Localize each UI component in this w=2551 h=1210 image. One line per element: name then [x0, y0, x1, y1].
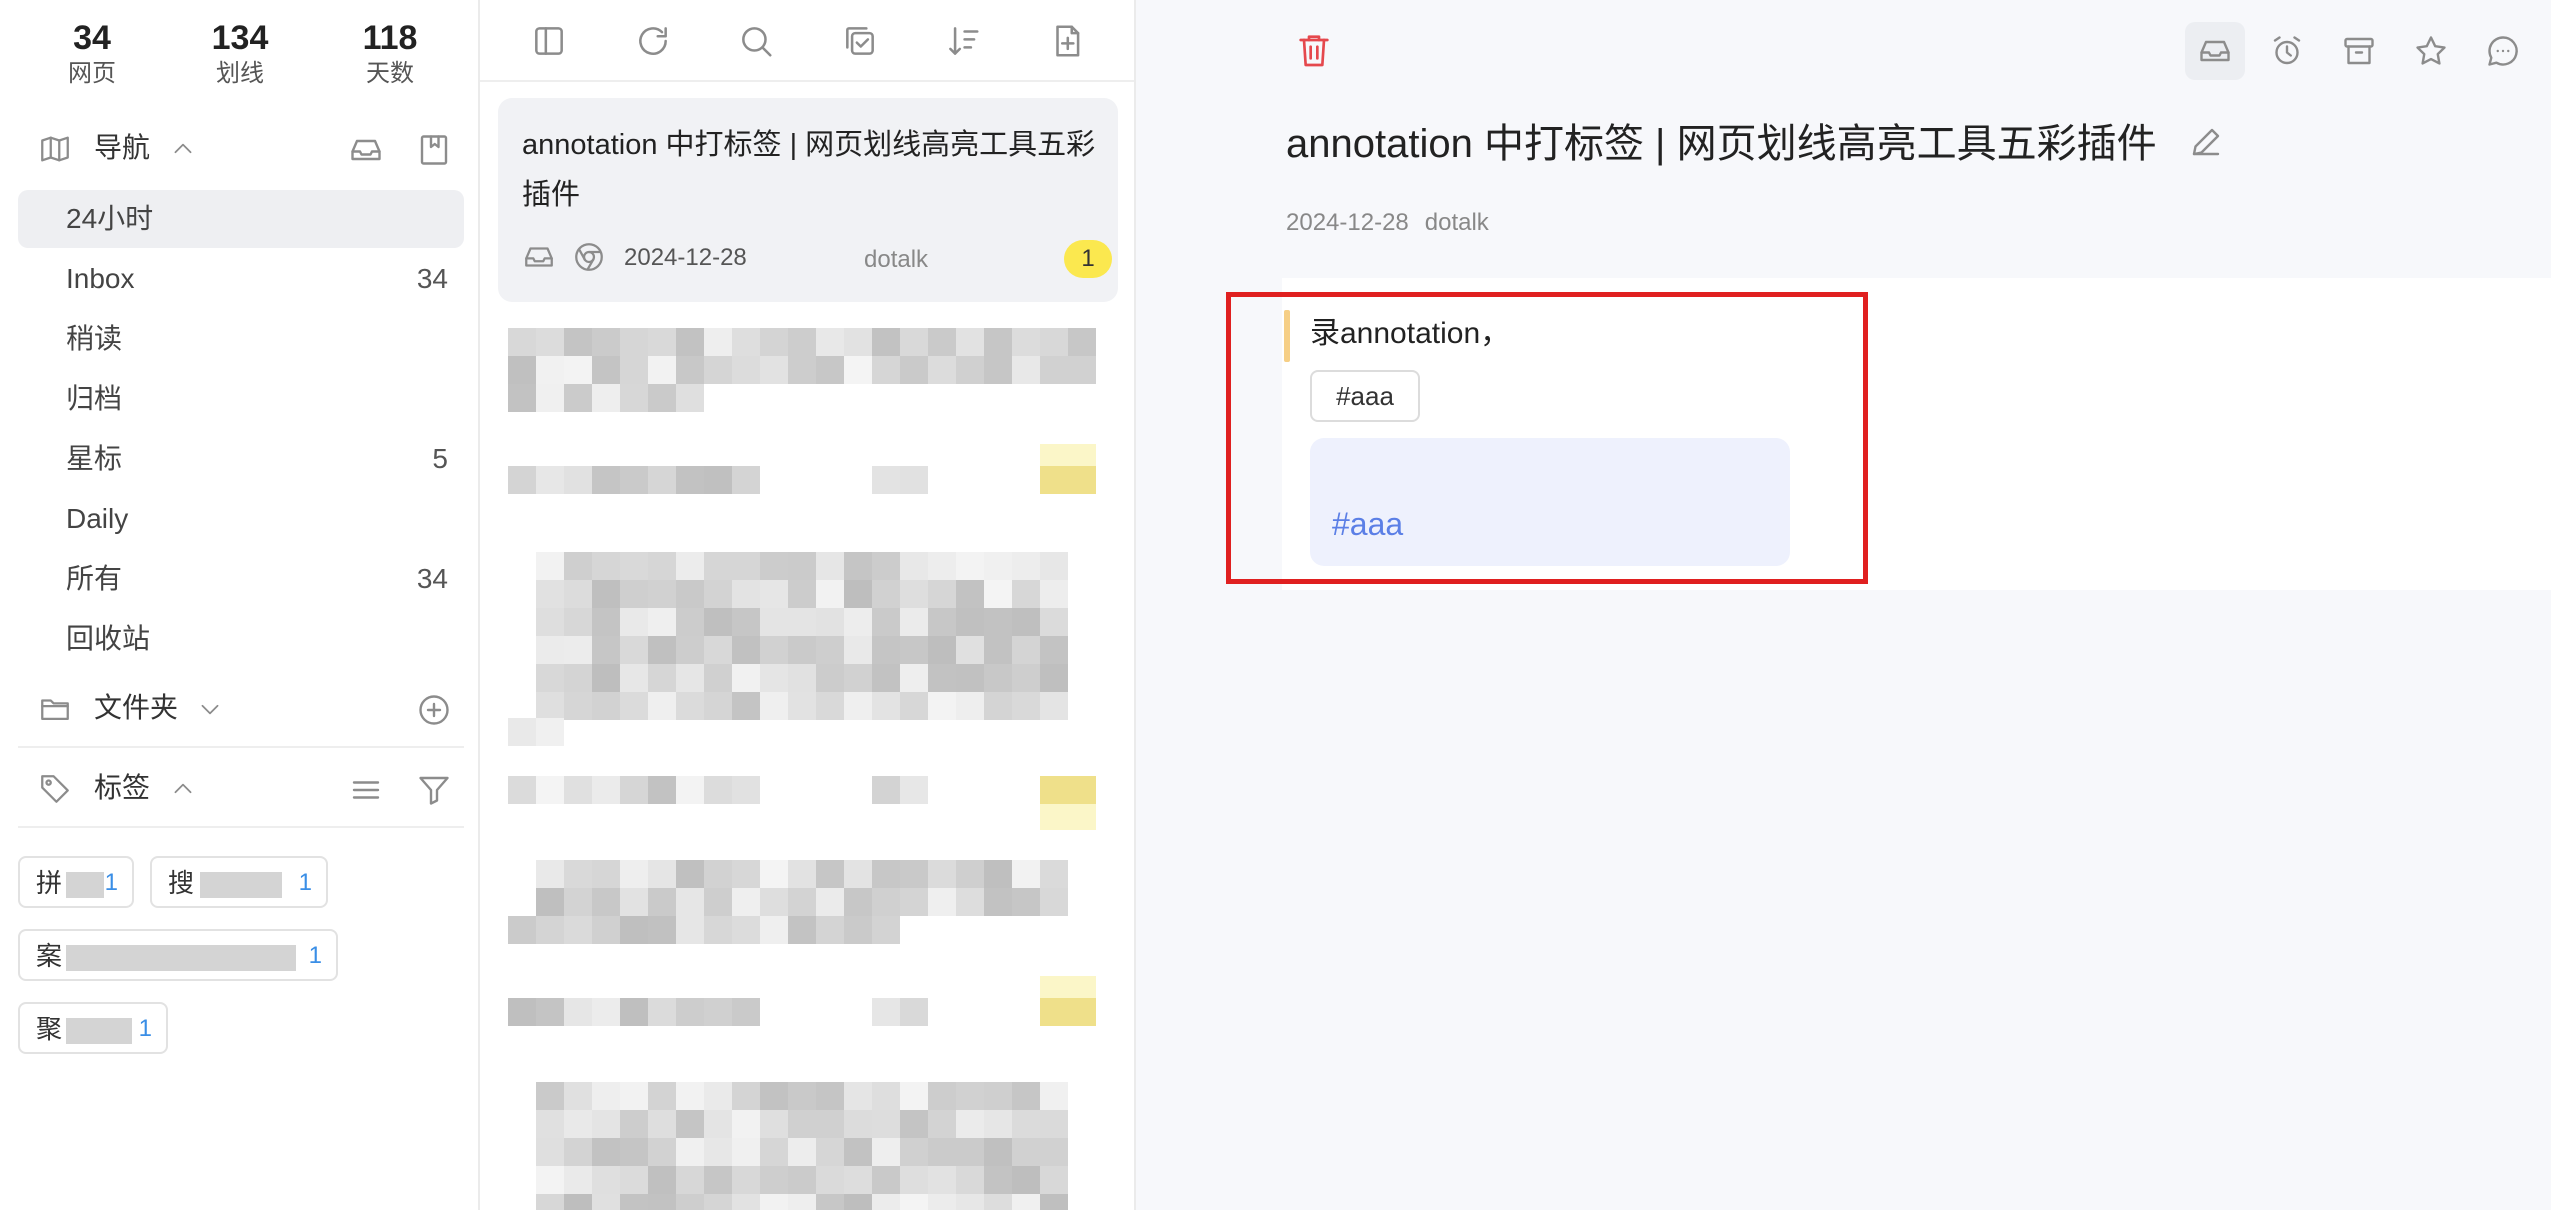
tag-chip-label: 拼 [36, 868, 63, 898]
document-date: 2024-12-28 [1286, 209, 1409, 236]
list-toolbar [480, 0, 1134, 82]
page-card-selected[interactable]: annotation 中打标签 | 网页划线高亮工具五彩插件 2024-12-2… [498, 98, 1118, 302]
tag-chip[interactable]: 案 1 [18, 929, 338, 981]
nav-item-count: 5 [432, 443, 448, 474]
nav-item-trash[interactable]: 回收站 [18, 610, 464, 668]
map-icon [38, 132, 72, 166]
redacted-text [66, 872, 104, 898]
alarm-icon[interactable] [2257, 22, 2317, 80]
nav-item-starred[interactable]: 星标 5 [18, 430, 464, 488]
nav-item-count: 34 [416, 563, 448, 594]
tag-chip-label: 案 [36, 941, 63, 971]
add-page-icon[interactable] [1048, 22, 1086, 60]
tag-chip[interactable]: 聚 1 [18, 1002, 168, 1054]
trash-icon[interactable] [1294, 30, 1334, 70]
divider [18, 746, 464, 748]
folder-icon [38, 692, 72, 726]
nav-item-label: 回收站 [66, 623, 151, 654]
red-highlight-frame [1226, 292, 1868, 584]
inbox-icon[interactable] [348, 132, 384, 168]
tag-chip-count: 1 [104, 869, 118, 896]
nav-item-label: 24小时 [66, 203, 154, 234]
nav-section-title: 导航 [94, 132, 151, 163]
stat-pages-value: 34 [73, 19, 111, 57]
star-icon[interactable] [2401, 22, 2461, 80]
redacted-text [66, 945, 296, 971]
stat-days-label: 天数 [366, 60, 414, 87]
stat-days[interactable]: 118 天数 [315, 18, 465, 90]
stat-highlights-value: 134 [211, 19, 269, 57]
document-author: dotalk [1424, 209, 1489, 236]
chevron-up-icon[interactable] [170, 776, 196, 802]
tags-section-title: 标签 [94, 772, 151, 803]
tag-chip-count: 1 [308, 942, 322, 969]
chevron-down-icon[interactable] [197, 696, 223, 722]
nav-item-archive[interactable]: 归档 [18, 370, 464, 428]
tag-chip-label: 搜 [168, 868, 195, 898]
tag-chip[interactable]: 搜 1 [150, 856, 328, 908]
stat-highlights-label: 划线 [216, 60, 264, 87]
page-card-author: dotalk [864, 246, 929, 273]
tag-chip-label: 聚 [36, 1014, 63, 1044]
nav-item-24h[interactable]: 24小时 [18, 190, 464, 248]
inbox-icon [522, 240, 556, 274]
page-list-panel: annotation 中打标签 | 网页划线高亮工具五彩插件 2024-12-2… [480, 0, 1136, 1210]
tag-icon [38, 772, 72, 806]
stat-highlights[interactable]: 134 划线 [165, 18, 315, 90]
comment-icon[interactable] [2473, 22, 2533, 80]
bookmark-icon[interactable] [416, 132, 452, 168]
redacted-text [200, 872, 282, 898]
multi-select-icon[interactable] [841, 22, 879, 60]
chrome-icon [572, 240, 606, 274]
search-icon[interactable] [737, 22, 775, 60]
nav-item-read-later[interactable]: 稍读 [18, 310, 464, 368]
nav-item-label: 星标 [66, 443, 123, 474]
page-card-title: annotation 中打标签 | 网页划线高亮工具五彩插件 [522, 129, 1096, 211]
filter-icon[interactable] [416, 772, 452, 808]
page-card-meta: 2024-12-28 dotalk 1 [522, 238, 1112, 278]
document-meta: 2024-12-28 dotalk [1286, 208, 1505, 238]
nav-item-count: 34 [416, 263, 448, 294]
edit-icon[interactable] [2188, 124, 2224, 160]
tag-chip-count: 1 [298, 869, 312, 896]
sort-icon[interactable] [944, 22, 982, 60]
nav-item-label: Daily [66, 503, 129, 534]
stat-pages-label: 网页 [68, 60, 116, 87]
nav-item-label: Inbox [66, 263, 135, 294]
nav-item-all[interactable]: 所有 34 [18, 550, 464, 608]
page-card-date: 2024-12-28 [624, 244, 747, 271]
inbox-icon[interactable] [2185, 22, 2245, 80]
redacted-text [66, 1018, 132, 1044]
chevron-up-icon[interactable] [170, 136, 196, 162]
document-title: annotation 中打标签 | 网页划线高亮工具五彩插件 [1286, 122, 2157, 166]
nav-item-label: 所有 [66, 563, 123, 594]
highlight-count-badge: 1 [1064, 240, 1112, 278]
redacted-page-list [508, 328, 1096, 1210]
tag-chip[interactable]: 拼 1 [18, 856, 134, 908]
nav-item-daily[interactable]: Daily [18, 490, 464, 548]
sidebar-toggle-icon[interactable] [530, 22, 568, 60]
nav-item-label: 稍读 [66, 323, 123, 354]
list-view-icon[interactable] [348, 772, 384, 808]
folders-section-header[interactable]: 文件夹 [0, 680, 480, 736]
archive-icon[interactable] [2329, 22, 2389, 80]
refresh-icon[interactable] [634, 22, 672, 60]
add-folder-icon[interactable] [416, 692, 452, 728]
folders-section-title: 文件夹 [94, 692, 179, 723]
detail-panel: annotation 中打标签 | 网页划线高亮工具五彩插件 2024-12-2… [1136, 0, 2551, 1210]
tag-chip-count: 1 [138, 1015, 152, 1042]
nav-item-inbox[interactable]: Inbox 34 [18, 250, 464, 308]
sidebar: 34 网页 134 划线 118 天数 导航 24小时 Inbox 34 稍读 … [0, 0, 480, 1210]
nav-item-label: 归档 [66, 383, 123, 414]
stat-days-value: 118 [362, 19, 418, 57]
tags-section-header[interactable]: 标签 [0, 760, 480, 816]
nav-section-header[interactable]: 导航 [0, 120, 480, 176]
stats-bar: 34 网页 134 划线 118 天数 [0, 18, 480, 98]
divider [18, 826, 464, 828]
stat-pages[interactable]: 34 网页 [17, 18, 167, 90]
